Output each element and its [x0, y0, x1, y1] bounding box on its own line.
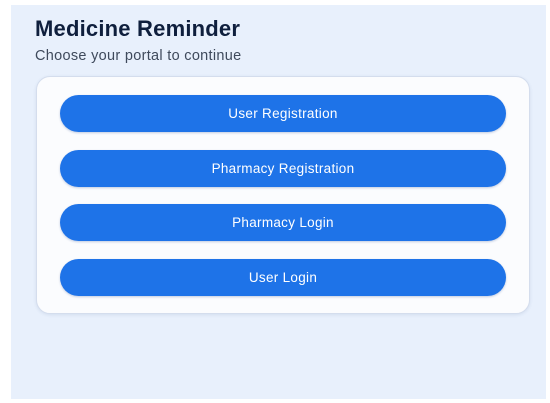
portal-card: User Registration Pharmacy Registration …	[36, 76, 530, 314]
pharmacy-registration-button[interactable]: Pharmacy Registration	[60, 150, 506, 187]
pharmacy-login-button[interactable]: Pharmacy Login	[60, 204, 506, 241]
app-screen: Medicine Reminder Choose your portal to …	[11, 5, 546, 399]
page-title: Medicine Reminder	[35, 16, 241, 41]
user-login-button[interactable]: User Login	[60, 259, 506, 296]
user-registration-button[interactable]: User Registration	[60, 95, 506, 132]
page-subtitle: Choose your portal to continue	[35, 48, 242, 64]
